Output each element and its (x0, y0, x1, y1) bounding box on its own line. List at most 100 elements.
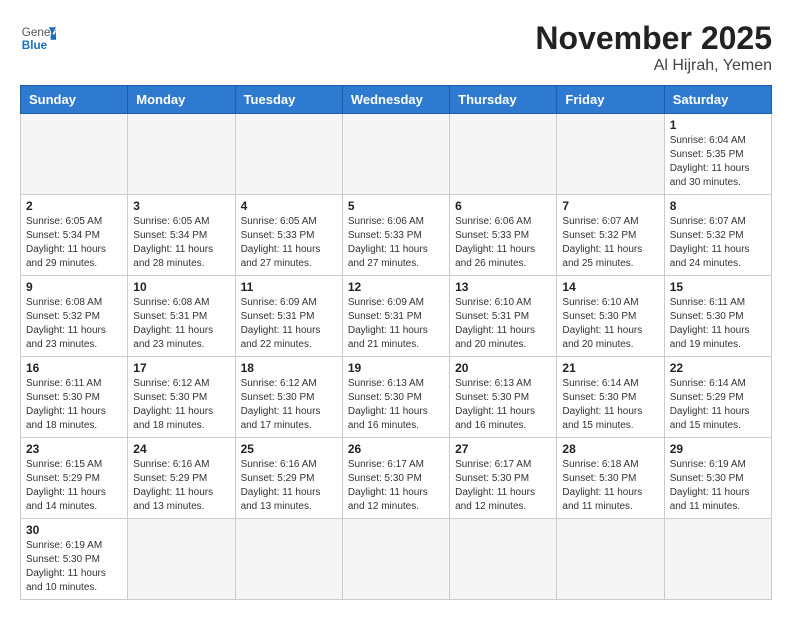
day-number: 15 (670, 280, 766, 294)
day-number: 20 (455, 361, 551, 375)
calendar-cell (21, 114, 128, 195)
day-number: 7 (562, 199, 658, 213)
month-title: November 2025 (535, 20, 772, 57)
title-section: November 2025 Al Hijrah, Yemen (535, 20, 772, 75)
day-info: Sunrise: 6:19 AM Sunset: 5:30 PM Dayligh… (26, 539, 122, 595)
calendar-cell (342, 114, 449, 195)
day-number: 16 (26, 361, 122, 375)
day-info: Sunrise: 6:16 AM Sunset: 5:29 PM Dayligh… (133, 458, 229, 514)
calendar-cell (557, 519, 664, 600)
day-info: Sunrise: 6:15 AM Sunset: 5:29 PM Dayligh… (26, 458, 122, 514)
calendar-cell (128, 519, 235, 600)
svg-text:Blue: Blue (22, 39, 48, 52)
day-number: 10 (133, 280, 229, 294)
day-info: Sunrise: 6:05 AM Sunset: 5:33 PM Dayligh… (241, 215, 337, 271)
day-info: Sunrise: 6:05 AM Sunset: 5:34 PM Dayligh… (133, 215, 229, 271)
day-number: 18 (241, 361, 337, 375)
calendar-cell: 24 Sunrise: 6:16 AM Sunset: 5:29 PM Dayli… (128, 438, 235, 519)
calendar-cell (664, 519, 771, 600)
logo-icon: General Blue (20, 20, 56, 56)
weekday-header-row: SundayMondayTuesdayWednesdayThursdayFrid… (21, 86, 772, 114)
day-number: 30 (26, 523, 122, 537)
calendar-cell: 9Sunrise: 6:08 AM Sunset: 5:32 PM Daylig… (21, 276, 128, 357)
day-number: 23 (26, 442, 122, 456)
calendar-cell: 14Sunrise: 6:10 AM Sunset: 5:30 PM Dayli… (557, 276, 664, 357)
calendar-week-row: 30 Sunrise: 6:19 AM Sunset: 5:30 PM Dayli… (21, 519, 772, 600)
day-info: Sunrise: 6:09 AM Sunset: 5:31 PM Dayligh… (348, 296, 444, 352)
calendar-cell: 30 Sunrise: 6:19 AM Sunset: 5:30 PM Dayli… (21, 519, 128, 600)
day-info: Sunrise: 6:08 AM Sunset: 5:31 PM Dayligh… (133, 296, 229, 352)
calendar-week-row: 9Sunrise: 6:08 AM Sunset: 5:32 PM Daylig… (21, 276, 772, 357)
day-info: Sunrise: 6:11 AM Sunset: 5:30 PM Dayligh… (26, 377, 122, 433)
day-info: Sunrise: 6:08 AM Sunset: 5:32 PM Dayligh… (26, 296, 122, 352)
day-number: 24 (133, 442, 229, 456)
day-info: Sunrise: 6:16 AM Sunset: 5:29 PM Dayligh… (241, 458, 337, 514)
day-number: 28 (562, 442, 658, 456)
calendar-cell: 20 Sunrise: 6:13 AM Sunset: 5:30 PM Dayli… (450, 357, 557, 438)
day-number: 4 (241, 199, 337, 213)
weekday-header-thursday: Thursday (450, 86, 557, 114)
calendar-week-row: 2 Sunrise: 6:05 AM Sunset: 5:34 PM Daylig… (21, 195, 772, 276)
day-number: 11 (241, 280, 337, 294)
calendar-week-row: 1Sunrise: 6:04 AM Sunset: 5:35 PM Daylig… (21, 114, 772, 195)
day-number: 19 (348, 361, 444, 375)
day-number: 12 (348, 280, 444, 294)
day-info: Sunrise: 6:06 AM Sunset: 5:33 PM Dayligh… (348, 215, 444, 271)
calendar-cell: 1Sunrise: 6:04 AM Sunset: 5:35 PM Daylig… (664, 114, 771, 195)
weekday-header-saturday: Saturday (664, 86, 771, 114)
calendar-cell: 4 Sunrise: 6:05 AM Sunset: 5:33 PM Daylig… (235, 195, 342, 276)
calendar-cell: 8 Sunrise: 6:07 AM Sunset: 5:32 PM Daylig… (664, 195, 771, 276)
calendar-cell: 19 Sunrise: 6:13 AM Sunset: 5:30 PM Dayli… (342, 357, 449, 438)
day-number: 17 (133, 361, 229, 375)
calendar-cell: 21Sunrise: 6:14 AM Sunset: 5:30 PM Dayli… (557, 357, 664, 438)
day-info: Sunrise: 6:19 AM Sunset: 5:30 PM Dayligh… (670, 458, 766, 514)
page-header: General Blue November 2025 Al Hijrah, Ye… (20, 20, 772, 75)
day-info: Sunrise: 6:12 AM Sunset: 5:30 PM Dayligh… (241, 377, 337, 433)
calendar-cell: 3Sunrise: 6:05 AM Sunset: 5:34 PM Daylig… (128, 195, 235, 276)
calendar-cell: 2 Sunrise: 6:05 AM Sunset: 5:34 PM Daylig… (21, 195, 128, 276)
logo: General Blue (20, 20, 56, 56)
day-info: Sunrise: 6:07 AM Sunset: 5:32 PM Dayligh… (670, 215, 766, 271)
day-number: 27 (455, 442, 551, 456)
day-info: Sunrise: 6:06 AM Sunset: 5:33 PM Dayligh… (455, 215, 551, 271)
weekday-header-sunday: Sunday (21, 86, 128, 114)
day-number: 13 (455, 280, 551, 294)
day-info: Sunrise: 6:07 AM Sunset: 5:32 PM Dayligh… (562, 215, 658, 271)
calendar-cell: 25 Sunrise: 6:16 AM Sunset: 5:29 PM Dayli… (235, 438, 342, 519)
calendar-cell: 13 Sunrise: 6:10 AM Sunset: 5:31 PM Dayli… (450, 276, 557, 357)
calendar-cell: 23 Sunrise: 6:15 AM Sunset: 5:29 PM Dayli… (21, 438, 128, 519)
calendar-cell: 6Sunrise: 6:06 AM Sunset: 5:33 PM Daylig… (450, 195, 557, 276)
calendar-cell: 11 Sunrise: 6:09 AM Sunset: 5:31 PM Dayli… (235, 276, 342, 357)
calendar-cell: 27Sunrise: 6:17 AM Sunset: 5:30 PM Dayli… (450, 438, 557, 519)
calendar-cell: 15 Sunrise: 6:11 AM Sunset: 5:30 PM Dayli… (664, 276, 771, 357)
day-info: Sunrise: 6:17 AM Sunset: 5:30 PM Dayligh… (348, 458, 444, 514)
calendar-cell (450, 114, 557, 195)
weekday-header-tuesday: Tuesday (235, 86, 342, 114)
day-info: Sunrise: 6:14 AM Sunset: 5:29 PM Dayligh… (670, 377, 766, 433)
day-number: 25 (241, 442, 337, 456)
weekday-header-friday: Friday (557, 86, 664, 114)
calendar-cell: 28Sunrise: 6:18 AM Sunset: 5:30 PM Dayli… (557, 438, 664, 519)
day-info: Sunrise: 6:09 AM Sunset: 5:31 PM Dayligh… (241, 296, 337, 352)
day-info: Sunrise: 6:13 AM Sunset: 5:30 PM Dayligh… (348, 377, 444, 433)
day-info: Sunrise: 6:14 AM Sunset: 5:30 PM Dayligh… (562, 377, 658, 433)
calendar-cell (128, 114, 235, 195)
day-number: 8 (670, 199, 766, 213)
day-info: Sunrise: 6:13 AM Sunset: 5:30 PM Dayligh… (455, 377, 551, 433)
calendar-table: SundayMondayTuesdayWednesdayThursdayFrid… (20, 85, 772, 600)
calendar-week-row: 23 Sunrise: 6:15 AM Sunset: 5:29 PM Dayli… (21, 438, 772, 519)
day-number: 22 (670, 361, 766, 375)
day-info: Sunrise: 6:12 AM Sunset: 5:30 PM Dayligh… (133, 377, 229, 433)
day-info: Sunrise: 6:11 AM Sunset: 5:30 PM Dayligh… (670, 296, 766, 352)
calendar-cell: 7 Sunrise: 6:07 AM Sunset: 5:32 PM Daylig… (557, 195, 664, 276)
calendar-cell: 26Sunrise: 6:17 AM Sunset: 5:30 PM Dayli… (342, 438, 449, 519)
calendar-cell: 5Sunrise: 6:06 AM Sunset: 5:33 PM Daylig… (342, 195, 449, 276)
calendar-cell: 22 Sunrise: 6:14 AM Sunset: 5:29 PM Dayli… (664, 357, 771, 438)
weekday-header-wednesday: Wednesday (342, 86, 449, 114)
day-info: Sunrise: 6:05 AM Sunset: 5:34 PM Dayligh… (26, 215, 122, 271)
calendar-cell: 29Sunrise: 6:19 AM Sunset: 5:30 PM Dayli… (664, 438, 771, 519)
location-title: Al Hijrah, Yemen (535, 57, 772, 75)
day-number: 2 (26, 199, 122, 213)
day-info: Sunrise: 6:10 AM Sunset: 5:31 PM Dayligh… (455, 296, 551, 352)
day-number: 14 (562, 280, 658, 294)
